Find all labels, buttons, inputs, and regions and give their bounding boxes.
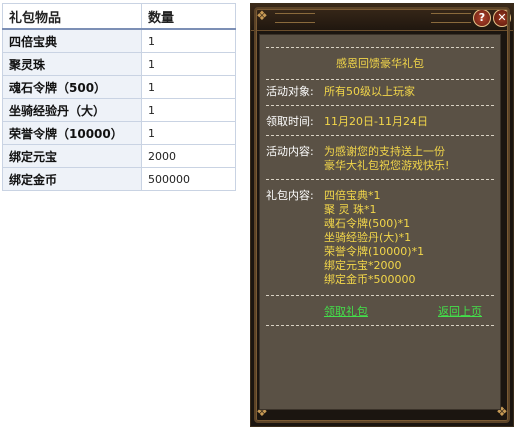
row-qty: 500000	[141, 167, 236, 191]
table-row: 魂石令牌（500） 1	[2, 75, 236, 99]
row-qty: 1	[141, 98, 236, 122]
table-row: 绑定金币 500000	[2, 167, 236, 191]
gift-line: 四倍宝典*1	[324, 189, 381, 202]
table-row: 荣誉令牌（10000） 1	[2, 121, 236, 145]
row-item: 坐骑经验丹（大）	[2, 98, 142, 122]
gift-items-table: 礼包物品 数量 四倍宝典 1 聚灵珠 1 魂石令牌（500） 1 坐骑经验丹（大…	[2, 3, 236, 191]
row-qty: 1	[141, 121, 236, 145]
gift-line: 绑定元宝*2000	[324, 259, 402, 272]
row-item: 魂石令牌（500）	[2, 75, 142, 99]
table-header-row: 礼包物品 数量	[2, 3, 236, 30]
content-label: 活动内容:	[266, 145, 314, 158]
gift-line: 坐骑经验丹(大)*1	[324, 231, 412, 244]
table-row: 坐骑经验丹（大） 1	[2, 98, 236, 122]
gift-line: 魂石令牌(500)*1	[324, 217, 411, 230]
row-qty: 1	[141, 28, 236, 53]
gift-line: 绑定金币*500000	[324, 273, 416, 286]
gift-label: 礼包内容:	[266, 189, 314, 202]
target-value: 所有50级以上玩家	[324, 85, 415, 98]
row-qty: 2000	[141, 144, 236, 168]
time-label: 领取时间:	[266, 115, 314, 128]
divider	[266, 179, 494, 180]
divider	[266, 105, 494, 106]
table-row: 聚灵珠 1	[2, 52, 236, 76]
content-line: 为感谢您的支持送上一份	[324, 145, 445, 158]
row-qty: 1	[141, 75, 236, 99]
divider	[266, 325, 494, 326]
divider	[266, 79, 494, 80]
table-row: 四倍宝典 1	[2, 28, 236, 53]
time-value: 11月20日-11月24日	[324, 115, 428, 128]
divider	[266, 47, 494, 48]
row-item: 绑定元宝	[2, 144, 142, 168]
divider	[266, 295, 494, 296]
row-qty: 1	[141, 52, 236, 76]
panel-content: 感恩回馈豪华礼包 活动对象: 所有50级以上玩家 领取时间: 11月20日-11…	[259, 34, 501, 410]
header-item: 礼包物品	[2, 3, 142, 30]
header-qty: 数量	[141, 3, 236, 30]
target-label: 活动对象:	[266, 85, 314, 98]
gift-line: 聚 灵 珠*1	[324, 203, 377, 216]
row-item: 四倍宝典	[2, 28, 142, 53]
gift-line: 荣誉令牌(10000)*1	[324, 245, 425, 258]
panel-title: 感恩回馈豪华礼包	[336, 57, 424, 70]
claim-gift-link[interactable]: 领取礼包	[324, 305, 368, 319]
row-item: 荣誉令牌（10000）	[2, 121, 142, 145]
gift-panel-window: ❖ ? ✕ ❖ ❖ 感恩回馈豪华礼包 活动对象: 所有50级以上玩家 领取时间:…	[250, 3, 514, 427]
divider	[266, 135, 494, 136]
content-line: 豪华大礼包祝您游戏快乐!	[324, 159, 450, 172]
row-item: 绑定金币	[2, 167, 142, 191]
back-link[interactable]: 返回上页	[438, 305, 482, 319]
row-item: 聚灵珠	[2, 52, 142, 76]
table-row: 绑定元宝 2000	[2, 144, 236, 168]
